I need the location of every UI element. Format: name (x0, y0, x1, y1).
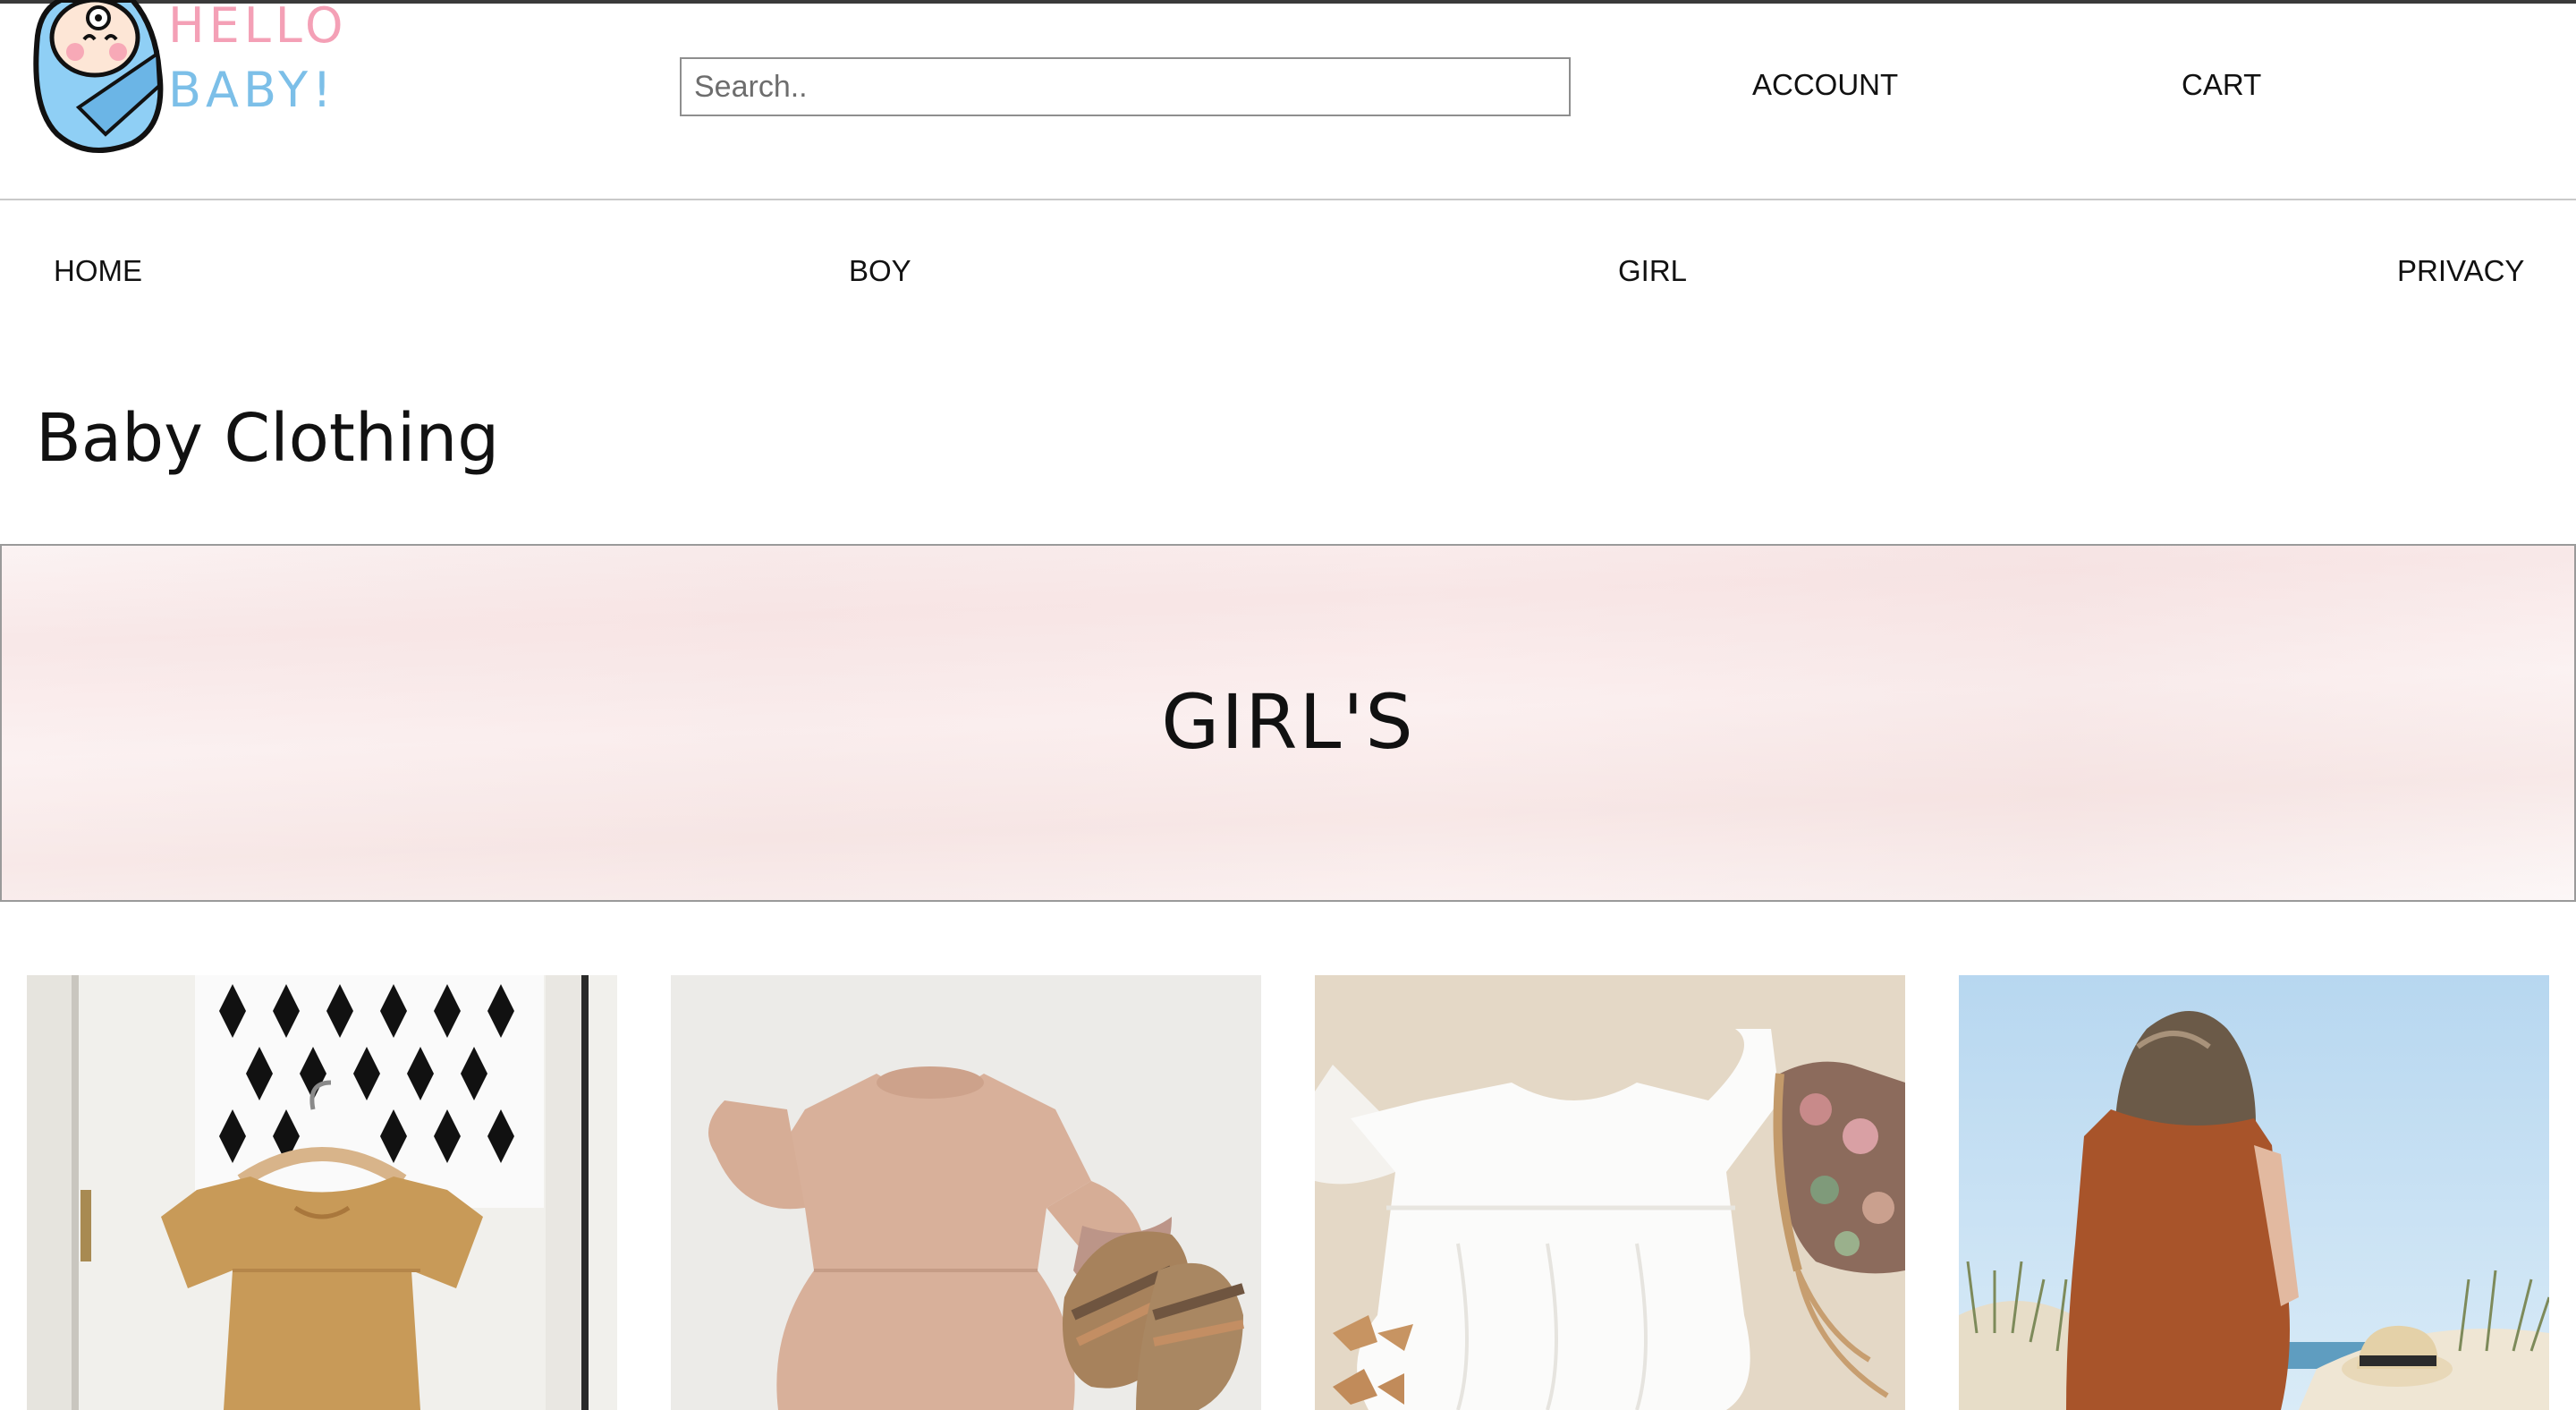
header-divider (0, 199, 2576, 200)
nav-girl[interactable]: GIRL (1618, 254, 1687, 288)
logo-text-baby: BABY! (168, 62, 336, 118)
product-image-pink-dress (671, 975, 1261, 1410)
logo-text-hello: HELLO (168, 0, 348, 54)
search-input[interactable] (680, 57, 1571, 116)
product-card-4[interactable] (1959, 975, 2549, 1410)
product-image-white-dress (1315, 975, 1905, 1410)
banner-title: GIRL'S (1161, 678, 1415, 766)
product-image-mustard-dress (27, 975, 617, 1410)
product-card-3[interactable] (1315, 975, 1905, 1410)
category-banner[interactable]: GIRL'S (0, 544, 2576, 902)
nav-boy[interactable]: BOY (849, 254, 911, 288)
baby-logo-icon (33, 0, 164, 153)
account-link[interactable]: ACCOUNT (1752, 68, 1898, 102)
nav-home[interactable]: HOME (54, 254, 142, 288)
product-card-1[interactable] (27, 975, 617, 1410)
page-title: Baby Clothing (36, 400, 500, 477)
logo[interactable]: HELLO BABY! (25, 0, 365, 157)
product-image-beach-dress (1959, 975, 2549, 1410)
top-border (0, 0, 2576, 4)
product-card-2[interactable] (671, 975, 1261, 1410)
cart-link[interactable]: CART (2182, 68, 2261, 102)
nav-privacy[interactable]: PRIVACY (2397, 254, 2524, 288)
